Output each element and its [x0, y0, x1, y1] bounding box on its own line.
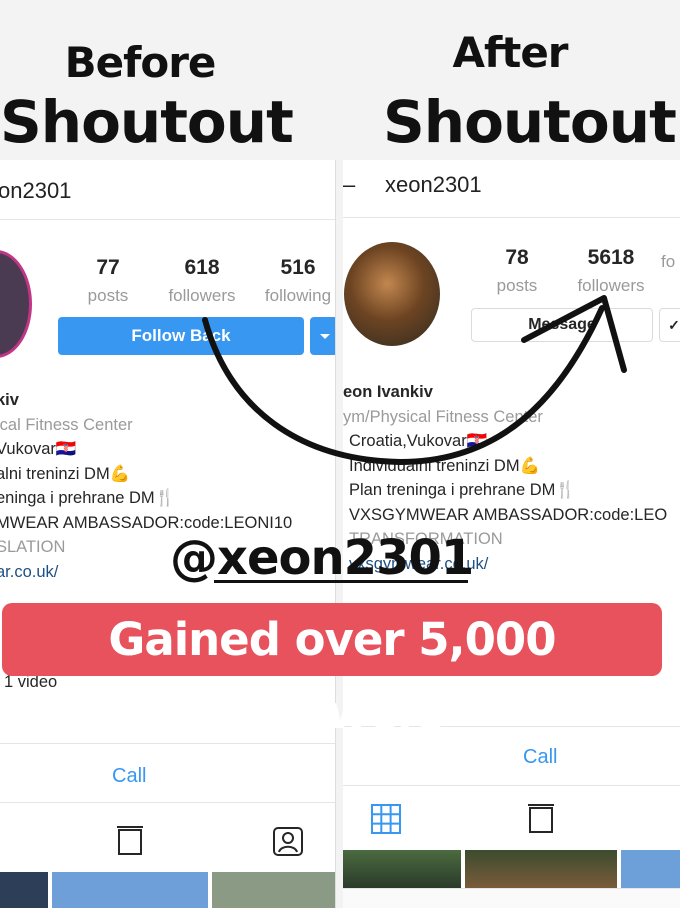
- before-following-stat[interactable]: 516 following: [258, 256, 335, 306]
- after-top-bar: – xeon2301: [343, 160, 680, 218]
- before-posts-stat[interactable]: 77 posts: [78, 256, 138, 306]
- before-bio-line3: eninga i prehrane DM🍴: [0, 489, 176, 507]
- after-heading-line1: After: [452, 28, 568, 77]
- before-posts-label: posts: [87, 286, 129, 305]
- after-call-button[interactable]: Call: [523, 746, 557, 769]
- after-bio-name: eon Ivankiv: [343, 383, 433, 401]
- after-bio-line4-text: VXSGYMWEAR AMBASSADOR:code:LEO: [349, 505, 668, 524]
- before-following-count: 516: [280, 256, 316, 279]
- after-followers-stat[interactable]: 5618 followers: [571, 246, 651, 296]
- before-divider-call-bottom: [0, 802, 335, 803]
- before-grid-thumb-2[interactable]: [52, 872, 208, 908]
- before-grid-thumb-1[interactable]: [0, 872, 48, 908]
- before-heading-line2: Shoutout: [0, 88, 294, 156]
- before-bio-line1: Vukovar🇭🇷: [0, 440, 77, 458]
- before-top-bar: on2301: [0, 160, 335, 220]
- after-bottom-nav: [343, 888, 680, 908]
- handle-overlay: @xeon2301: [170, 530, 474, 586]
- igtv-icon[interactable]: [116, 825, 144, 857]
- before-call-button[interactable]: Call: [112, 765, 146, 788]
- after-following-stat[interactable]: fo: [661, 246, 680, 272]
- before-avatar[interactable]: [0, 250, 32, 358]
- before-followers-stat[interactable]: 618 followers: [160, 256, 244, 306]
- before-following-label: following: [264, 286, 332, 305]
- after-grid-thumb-2[interactable]: [465, 850, 617, 888]
- after-bio-line3-text: Plan treninga i prehrane DM🍴: [349, 481, 576, 499]
- grid-icon[interactable]: [370, 803, 402, 835]
- after-bio-category: ym/Physical Fitness Center: [343, 407, 543, 426]
- before-posts-count: 77: [96, 256, 120, 279]
- gained-followers-banner: Gained over 5,000 followers: [2, 603, 662, 739]
- after-divider-call-bottom: [343, 785, 680, 786]
- after-bio-line2: Individualni treninzi DM💪: [343, 454, 667, 479]
- before-grid-thumb-3[interactable]: [212, 872, 335, 908]
- after-bio-line1-text: Croatia,Vukovar🇭🇷: [349, 432, 488, 450]
- tagged-icon[interactable]: [272, 825, 304, 857]
- after-bio-line1: Croatia,Vukovar🇭🇷: [343, 429, 667, 454]
- after-followers-label: followers: [577, 276, 645, 295]
- follow-back-button[interactable]: Follow Back: [58, 317, 304, 355]
- after-posts-stat[interactable]: 78 posts: [489, 246, 545, 296]
- handle-underline: [214, 580, 468, 583]
- after-avatar[interactable]: [344, 242, 440, 346]
- message-button[interactable]: Message: [471, 308, 653, 342]
- after-username: xeon2301: [385, 172, 482, 197]
- after-grid-thumb-1[interactable]: [343, 850, 461, 888]
- after-posts-count: 78: [505, 246, 529, 269]
- before-username: on2301: [0, 178, 72, 203]
- before-followers-count: 618: [184, 256, 220, 279]
- after-heading-line2: Shoutout: [383, 88, 677, 156]
- before-bio-category: ical Fitness Center: [0, 415, 133, 434]
- before-bio-line2: alni treninzi DM💪: [0, 464, 131, 483]
- after-igtv-icon[interactable]: [527, 803, 555, 835]
- back-icon[interactable]: –: [343, 172, 355, 198]
- before-dropdown-button[interactable]: [310, 317, 335, 355]
- after-following-label: fo: [661, 252, 676, 271]
- before-followers-label: followers: [168, 286, 236, 305]
- after-bio-line2-text: Individualni treninzi DM💪: [349, 456, 541, 475]
- chevron-down-icon: [320, 334, 330, 339]
- after-posts-label: posts: [496, 276, 538, 295]
- after-bio-line4: VXSGYMWEAR AMBASSADOR:code:LEO: [343, 503, 667, 528]
- after-followers-count: 5618: [587, 246, 635, 269]
- after-bio-line3: Plan treninga i prehrane DM🍴: [343, 478, 667, 503]
- after-suggest-button[interactable]: ✓: [659, 308, 680, 342]
- checkmark-icon: ✓: [668, 317, 680, 333]
- after-grid-thumb-3[interactable]: [621, 850, 680, 888]
- before-bio-name: kiv: [0, 391, 19, 409]
- before-heading-line1: Before: [64, 38, 217, 87]
